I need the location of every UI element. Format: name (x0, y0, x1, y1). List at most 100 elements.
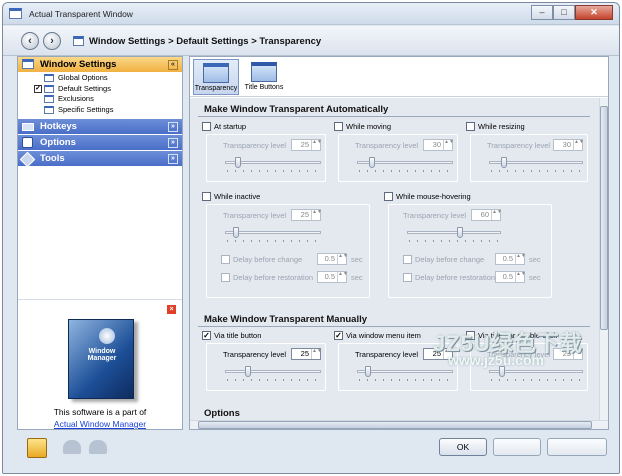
hover-delay-change-spinner[interactable]: 0.5 ▲▼ (495, 253, 526, 265)
slider-knob[interactable] (235, 157, 241, 168)
while-inactive-level-spinner[interactable]: 25 ▲▼ (291, 209, 322, 221)
spinner-arrows-icon[interactable]: ▲▼ (337, 254, 348, 264)
spinner-arrows-icon[interactable]: ▲▼ (311, 349, 322, 359)
cancel-button[interactable] (493, 438, 541, 456)
via-title-button-slider[interactable] (225, 366, 321, 382)
while-inactive-checkbox[interactable]: While inactive (202, 192, 260, 201)
maximize-button[interactable]: □ (553, 5, 575, 20)
while-hovering-slider[interactable] (407, 227, 501, 243)
slider-knob[interactable] (365, 366, 371, 377)
hover-delay-restore-spinner[interactable]: 0.5 ▲▼ (495, 271, 526, 283)
apply-button[interactable] (547, 438, 607, 456)
via-double-click-slider[interactable] (489, 366, 583, 382)
default-settings-checkbox[interactable]: ✓ (34, 84, 42, 93)
hover-delay-restore-checkbox[interactable]: Delay before restoration (403, 273, 495, 282)
checkbox-label: Delay before change (233, 255, 303, 264)
hover-delay-change-checkbox[interactable]: Delay before change (403, 255, 484, 264)
undo-icon[interactable] (63, 440, 81, 454)
section-tools[interactable]: Tools » (18, 151, 182, 168)
via-title-button-checkbox[interactable]: ✓ Via title button (202, 331, 261, 340)
chevron-down-icon[interactable]: » (168, 138, 178, 148)
product-box-image: Window Manager (68, 319, 134, 399)
navigation-bar: ‹ › Window Settings > Default Settings >… (3, 26, 619, 56)
section-hotkeys[interactable]: Hotkeys » (18, 119, 182, 135)
spinner-arrows-icon[interactable]: ▲▼ (515, 272, 526, 282)
window-settings-icon (22, 59, 34, 69)
default-settings-icon (44, 84, 54, 93)
tab-label: Transparency (194, 85, 238, 92)
checkbox-box (334, 122, 343, 131)
promo-link[interactable]: Actual Window Manager (18, 419, 182, 429)
at-startup-checkbox[interactable]: At startup (202, 122, 246, 131)
inactive-delay-change-checkbox[interactable]: Delay before change (221, 255, 302, 264)
via-window-menu-checkbox[interactable]: ✓ Via window menu item (334, 331, 421, 340)
unit-label: sec (529, 255, 541, 264)
slider-knob[interactable] (233, 227, 239, 238)
slider-knob[interactable] (369, 157, 375, 168)
checkbox-label: While mouse-hovering (396, 192, 471, 201)
while-resizing-checkbox[interactable]: While resizing (466, 122, 525, 131)
at-startup-slider[interactable] (225, 157, 321, 173)
via-title-button-level-spinner[interactable]: 25 ▲▼ (291, 348, 322, 360)
section-title-auto: Make Window Transparent Automatically (204, 104, 389, 115)
tree-item-global-options[interactable]: Global Options (18, 73, 182, 84)
global-options-icon (44, 74, 54, 82)
while-moving-group: Transparency level 30 ▲▼ (338, 134, 458, 182)
title-bar: Actual Transparent Window – □ ✕ (3, 3, 619, 25)
while-hovering-checkbox[interactable]: While mouse-hovering (384, 192, 471, 201)
minimize-button[interactable]: – (531, 5, 553, 20)
forward-button[interactable]: › (43, 32, 61, 50)
checkbox-label: At startup (214, 122, 247, 131)
while-inactive-slider[interactable] (225, 227, 321, 243)
checkbox-box (466, 122, 475, 131)
close-promo-icon[interactable]: × (167, 305, 176, 314)
vertical-scrollbar[interactable] (599, 98, 608, 421)
hotkeys-icon (22, 123, 34, 131)
while-moving-slider[interactable] (357, 157, 453, 173)
while-moving-level-spinner[interactable]: 30 ▲▼ (423, 139, 454, 151)
sidebar: Window Settings « Global Options ✓ Defau… (17, 56, 183, 430)
spinner-arrows-icon[interactable]: ▲▼ (311, 210, 322, 220)
tree-item-exclusions[interactable]: Exclusions (18, 94, 182, 105)
ok-button[interactable]: OK (439, 438, 487, 456)
chevron-down-icon[interactable]: » (168, 122, 178, 132)
tools-icon (19, 151, 36, 168)
help-icon[interactable] (27, 438, 47, 458)
section-options[interactable]: Options » (18, 135, 182, 151)
specific-settings-icon (44, 105, 54, 114)
redo-icon[interactable] (89, 440, 107, 454)
while-hovering-level-spinner[interactable]: 60 ▲▼ (471, 209, 502, 221)
via-window-menu-slider[interactable] (357, 366, 453, 382)
while-moving-checkbox[interactable]: While moving (334, 122, 391, 131)
slider-knob[interactable] (245, 366, 251, 377)
slider-knob[interactable] (501, 157, 507, 168)
spinner-arrows-icon[interactable]: ▲▼ (573, 140, 584, 150)
slider-knob[interactable] (457, 227, 463, 238)
at-startup-level-spinner[interactable]: 25 ▲▼ (291, 139, 322, 151)
horizontal-scrollbar[interactable] (190, 420, 608, 429)
inactive-delay-change-spinner[interactable]: 0.5 ▲▼ (317, 253, 348, 265)
spinner-arrows-icon[interactable]: ▲▼ (337, 272, 348, 282)
spinner-arrows-icon[interactable]: ▲▼ (491, 210, 502, 220)
scrollbar-thumb[interactable] (198, 421, 592, 429)
scrollbar-thumb[interactable] (600, 106, 608, 330)
while-resizing-slider[interactable] (489, 157, 583, 173)
chevron-down-icon[interactable]: » (168, 154, 178, 164)
back-button[interactable]: ‹ (21, 32, 39, 50)
product-logo (99, 328, 115, 344)
tree-item-default-settings[interactable]: ✓ Default Settings (18, 84, 182, 95)
inactive-delay-restore-spinner[interactable]: 0.5 ▲▼ (317, 271, 348, 283)
tab-transparency[interactable]: Transparency (193, 59, 239, 95)
spinner-value: 25 (300, 210, 309, 219)
spinner-arrows-icon[interactable]: ▲▼ (311, 140, 322, 150)
tree-item-specific-settings[interactable]: Specific Settings (18, 105, 182, 116)
spinner-arrows-icon[interactable]: ▲▼ (443, 140, 454, 150)
inactive-delay-restore-checkbox[interactable]: Delay before restoration (221, 273, 313, 282)
chevron-up-icon[interactable]: « (168, 60, 178, 70)
spinner-arrows-icon[interactable]: ▲▼ (515, 254, 526, 264)
tab-title-buttons[interactable]: Title Buttons (242, 59, 286, 95)
close-button[interactable]: ✕ (575, 5, 613, 20)
section-label: Tools (40, 153, 65, 164)
while-resizing-level-spinner[interactable]: 30 ▲▼ (553, 139, 584, 151)
section-window-settings[interactable]: Window Settings « (18, 57, 182, 73)
